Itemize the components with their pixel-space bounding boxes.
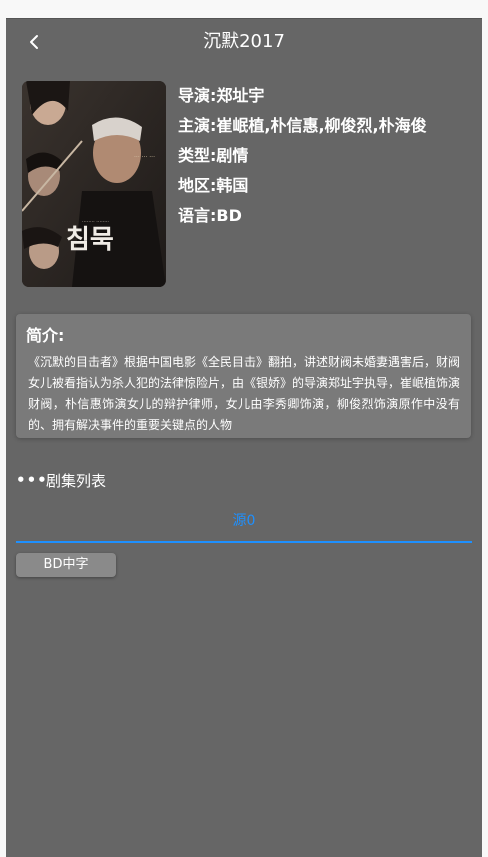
header-bar: 沉默2017 xyxy=(6,19,482,65)
intro-title: 简介: xyxy=(26,326,65,345)
intro-text: 《沉默的目击者》根据中国电影《全民目击》翻拍，讲述财阀未婚妻遇害后，财阀女儿被看… xyxy=(28,355,460,432)
region-text: 地区:韩国 xyxy=(178,176,249,195)
tab-source-0[interactable]: 源0 xyxy=(16,499,472,543)
more-dots-icon: ••• xyxy=(16,471,48,489)
director-text: 导演:郑址宇 xyxy=(178,86,265,105)
svg-text:··· ··· ···: ··· ··· ··· xyxy=(134,154,155,161)
poster-title-text: 침묵 xyxy=(66,225,114,255)
poster-image: ··· ··· ··· ········ ········ xyxy=(22,81,166,287)
language-text: 语言:BD xyxy=(178,206,242,225)
movie-info: 导演:郑址宇 主演:崔岷植,朴信惠,柳俊烈,朴海俊 类型:剧情 地区:韩国 语言… xyxy=(178,85,474,235)
episode-list-label: 剧集列表 xyxy=(46,471,107,490)
episode-button[interactable]: BD中字 xyxy=(16,553,116,577)
cast-text: 主演:崔岷植,朴信惠,柳俊烈,朴海俊 xyxy=(178,116,427,135)
app-frame: 沉默2017 ··· ··· ··· ········ ········ 침묵 … xyxy=(6,18,482,857)
movie-poster: ··· ··· ··· ········ ········ 침묵 xyxy=(22,81,166,287)
page-title: 沉默2017 xyxy=(203,31,285,52)
episode-list-header: ••• 剧集列表 xyxy=(16,469,106,491)
genre-text: 类型:剧情 xyxy=(178,146,249,165)
intro-card: 简介: 《沉默的目击者》根据中国电影《全民目击》翻拍，讲述财阀未婚妻遇害后，财阀… xyxy=(16,314,471,438)
